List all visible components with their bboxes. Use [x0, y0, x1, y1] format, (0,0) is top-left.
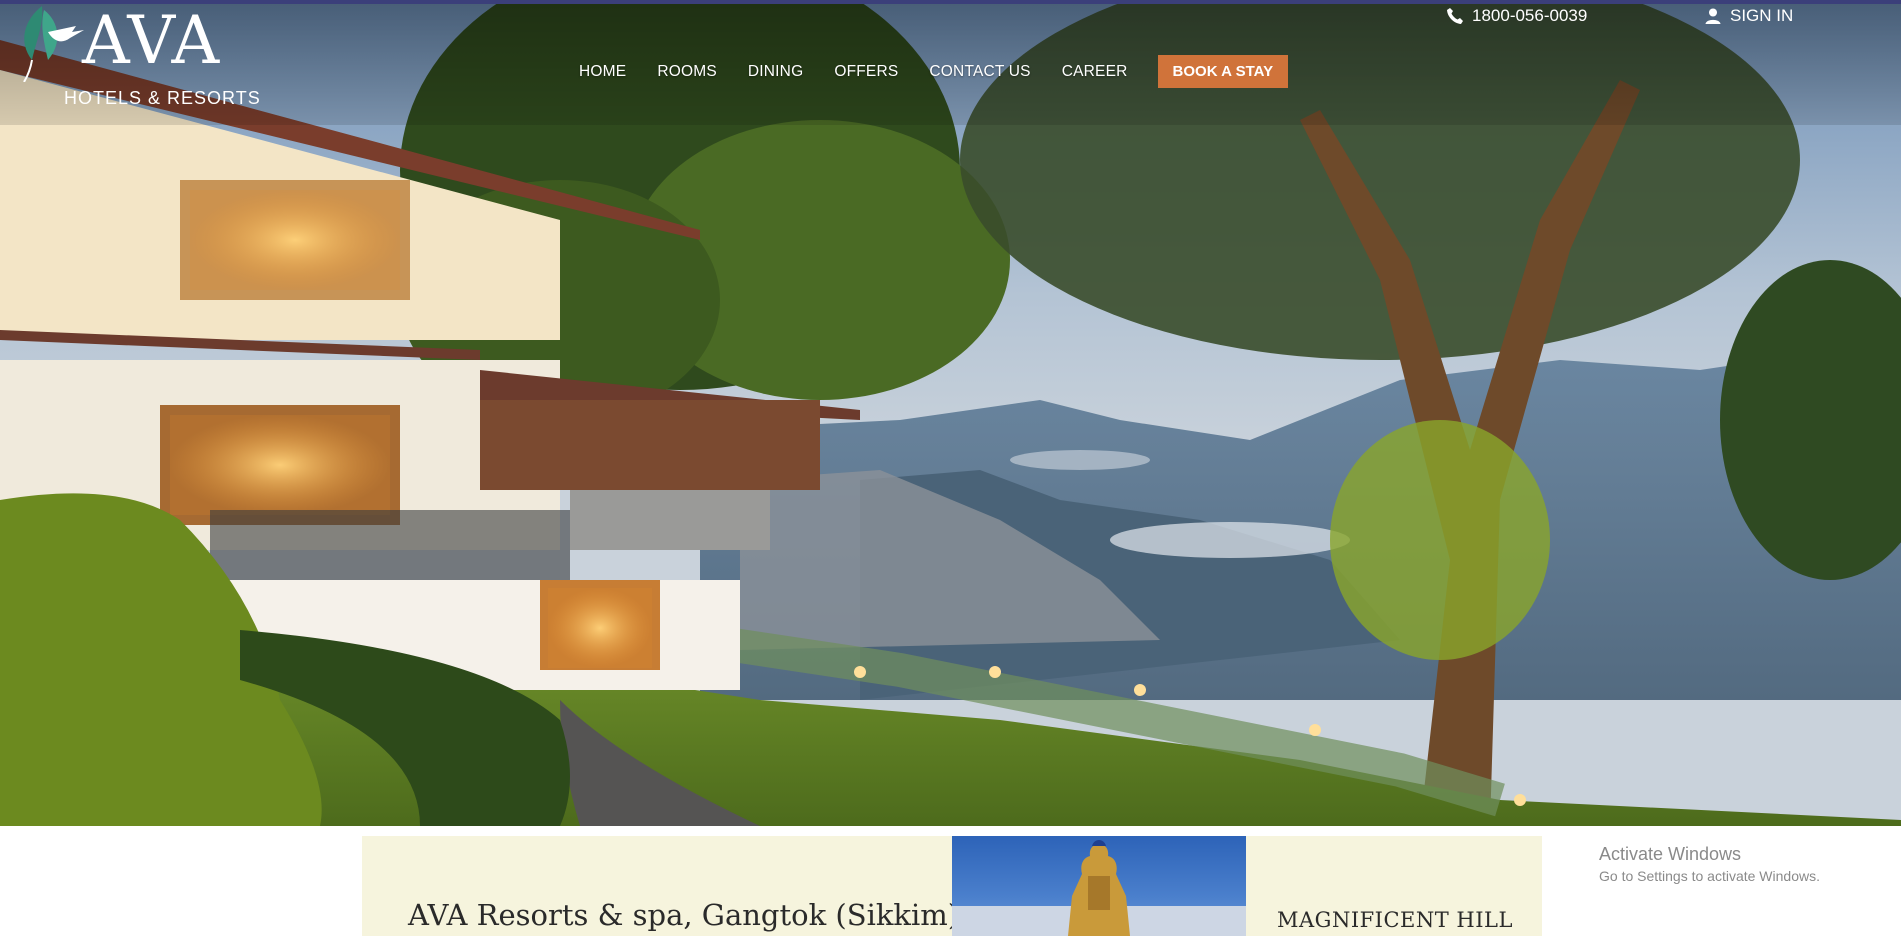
user-icon	[1705, 8, 1721, 24]
nav-home[interactable]: HOME	[579, 63, 626, 81]
buddha-statue-graphic	[952, 840, 1246, 936]
signin-link[interactable]: SIGN IN	[1704, 6, 1793, 26]
phone-number: 1800-056-0039	[1472, 6, 1588, 25]
nav-offers[interactable]: OFFERS	[834, 63, 898, 81]
nav-contact-us[interactable]: CONTACT US	[929, 63, 1030, 81]
phone-icon	[1447, 8, 1463, 24]
nav-rooms[interactable]: ROOMS	[657, 63, 717, 81]
logo-tagline: HOTELS & RESORTS	[64, 88, 261, 108]
intro-section: AVA Resorts & spa, Gangtok (Sikkim) MAGN…	[362, 836, 1542, 936]
side-heading: MAGNIFICENT HILL	[1277, 908, 1513, 932]
watermark-line2: Go to Settings to activate Windows.	[1599, 868, 1820, 884]
logo[interactable]: AVA HOTELS & RESORTS	[14, 2, 260, 110]
activate-windows-watermark: Activate Windows Go to Settings to activ…	[1599, 844, 1820, 884]
nav-dining[interactable]: DINING	[748, 63, 803, 81]
logo-brand-name: AVA	[82, 2, 221, 79]
watermark-line1: Activate Windows	[1599, 844, 1742, 864]
signin-label: SIGN IN	[1730, 6, 1794, 25]
hero-banner: AVA HOTELS & RESORTS 1800-056-0039 SIGN …	[0, 0, 1901, 826]
top-edge-bar	[0, 0, 1901, 4]
hummingbird-leaf-icon	[23, 6, 84, 82]
buddha-statue-image	[952, 836, 1246, 936]
main-nav: HOME ROOMS DINING OFFERS CONTACT US CARE…	[579, 55, 1289, 88]
nav-career[interactable]: CAREER	[1062, 63, 1128, 81]
resort-title: AVA Resorts & spa, Gangtok (Sikkim)	[408, 898, 960, 932]
book-a-stay-button[interactable]: BOOK A STAY	[1157, 55, 1289, 88]
phone-link[interactable]: 1800-056-0039	[1446, 6, 1587, 26]
